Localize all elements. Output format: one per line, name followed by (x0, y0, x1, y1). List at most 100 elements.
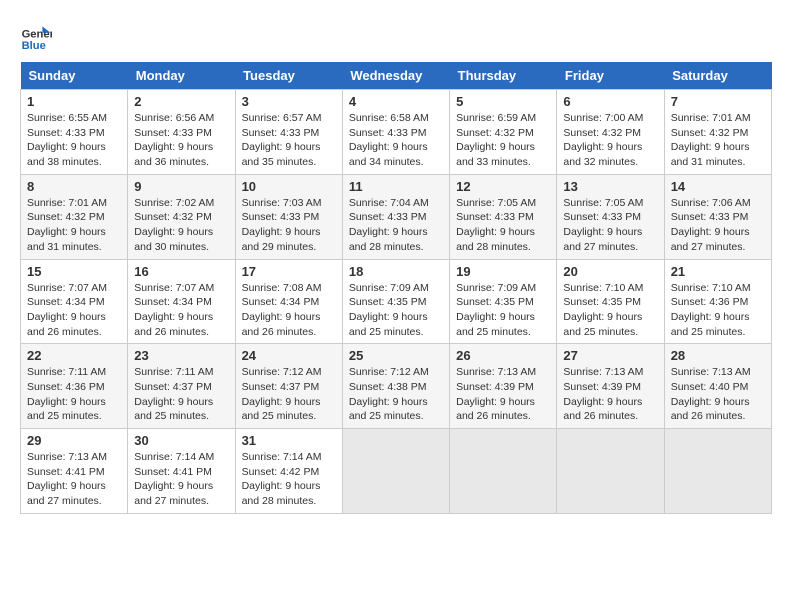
day-number: 22 (27, 348, 121, 363)
weekday-header-friday: Friday (557, 62, 664, 90)
day-number: 7 (671, 94, 765, 109)
weekday-header-tuesday: Tuesday (235, 62, 342, 90)
calendar-cell: 24 Sunrise: 7:12 AMSunset: 4:37 PMDaylig… (235, 344, 342, 429)
logo: General Blue (20, 20, 52, 52)
calendar-cell: 19 Sunrise: 7:09 AMSunset: 4:35 PMDaylig… (450, 259, 557, 344)
logo-icon: General Blue (20, 20, 52, 52)
weekday-header-monday: Monday (128, 62, 235, 90)
day-number: 10 (242, 179, 336, 194)
calendar-cell: 4 Sunrise: 6:58 AMSunset: 4:33 PMDayligh… (342, 90, 449, 175)
day-number: 6 (563, 94, 657, 109)
calendar-cell: 14 Sunrise: 7:06 AMSunset: 4:33 PMDaylig… (664, 174, 771, 259)
day-info: Sunrise: 7:11 AMSunset: 4:37 PMDaylight:… (134, 366, 213, 422)
day-number: 3 (242, 94, 336, 109)
calendar-cell: 1 Sunrise: 6:55 AMSunset: 4:33 PMDayligh… (21, 90, 128, 175)
calendar-cell: 2 Sunrise: 6:56 AMSunset: 4:33 PMDayligh… (128, 90, 235, 175)
calendar-cell: 18 Sunrise: 7:09 AMSunset: 4:35 PMDaylig… (342, 259, 449, 344)
day-number: 17 (242, 264, 336, 279)
day-number: 15 (27, 264, 121, 279)
day-info: Sunrise: 6:59 AMSunset: 4:32 PMDaylight:… (456, 112, 536, 168)
calendar-week-row: 8 Sunrise: 7:01 AMSunset: 4:32 PMDayligh… (21, 174, 772, 259)
calendar-cell: 3 Sunrise: 6:57 AMSunset: 4:33 PMDayligh… (235, 90, 342, 175)
day-info: Sunrise: 7:13 AMSunset: 4:39 PMDaylight:… (563, 366, 643, 422)
day-number: 12 (456, 179, 550, 194)
day-number: 11 (349, 179, 443, 194)
calendar-cell: 22 Sunrise: 7:11 AMSunset: 4:36 PMDaylig… (21, 344, 128, 429)
svg-text:General: General (22, 29, 52, 41)
calendar-cell: 7 Sunrise: 7:01 AMSunset: 4:32 PMDayligh… (664, 90, 771, 175)
calendar-cell: 15 Sunrise: 7:07 AMSunset: 4:34 PMDaylig… (21, 259, 128, 344)
calendar-cell: 23 Sunrise: 7:11 AMSunset: 4:37 PMDaylig… (128, 344, 235, 429)
day-info: Sunrise: 7:01 AMSunset: 4:32 PMDaylight:… (671, 112, 751, 168)
day-number: 25 (349, 348, 443, 363)
day-number: 31 (242, 433, 336, 448)
day-info: Sunrise: 7:05 AMSunset: 4:33 PMDaylight:… (563, 197, 643, 253)
day-number: 21 (671, 264, 765, 279)
day-info: Sunrise: 7:14 AMSunset: 4:41 PMDaylight:… (134, 451, 214, 507)
day-info: Sunrise: 7:02 AMSunset: 4:32 PMDaylight:… (134, 197, 214, 253)
calendar-cell: 25 Sunrise: 7:12 AMSunset: 4:38 PMDaylig… (342, 344, 449, 429)
day-info: Sunrise: 7:10 AMSunset: 4:35 PMDaylight:… (563, 282, 643, 338)
day-number: 9 (134, 179, 228, 194)
calendar-cell: 16 Sunrise: 7:07 AMSunset: 4:34 PMDaylig… (128, 259, 235, 344)
day-number: 18 (349, 264, 443, 279)
calendar-week-row: 22 Sunrise: 7:11 AMSunset: 4:36 PMDaylig… (21, 344, 772, 429)
calendar-cell: 28 Sunrise: 7:13 AMSunset: 4:40 PMDaylig… (664, 344, 771, 429)
day-info: Sunrise: 7:12 AMSunset: 4:37 PMDaylight:… (242, 366, 322, 422)
calendar-cell: 13 Sunrise: 7:05 AMSunset: 4:33 PMDaylig… (557, 174, 664, 259)
weekday-header-sunday: Sunday (21, 62, 128, 90)
day-info: Sunrise: 7:08 AMSunset: 4:34 PMDaylight:… (242, 282, 322, 338)
calendar-cell: 11 Sunrise: 7:04 AMSunset: 4:33 PMDaylig… (342, 174, 449, 259)
day-info: Sunrise: 7:13 AMSunset: 4:39 PMDaylight:… (456, 366, 536, 422)
calendar-week-row: 15 Sunrise: 7:07 AMSunset: 4:34 PMDaylig… (21, 259, 772, 344)
day-info: Sunrise: 7:07 AMSunset: 4:34 PMDaylight:… (27, 282, 107, 338)
day-info: Sunrise: 7:11 AMSunset: 4:36 PMDaylight:… (27, 366, 106, 422)
day-info: Sunrise: 7:13 AMSunset: 4:40 PMDaylight:… (671, 366, 751, 422)
day-number: 4 (349, 94, 443, 109)
day-number: 28 (671, 348, 765, 363)
day-number: 2 (134, 94, 228, 109)
day-info: Sunrise: 7:04 AMSunset: 4:33 PMDaylight:… (349, 197, 429, 253)
day-number: 27 (563, 348, 657, 363)
day-info: Sunrise: 7:06 AMSunset: 4:33 PMDaylight:… (671, 197, 751, 253)
day-number: 20 (563, 264, 657, 279)
calendar-cell: 17 Sunrise: 7:08 AMSunset: 4:34 PMDaylig… (235, 259, 342, 344)
day-info: Sunrise: 7:00 AMSunset: 4:32 PMDaylight:… (563, 112, 643, 168)
calendar-cell: 21 Sunrise: 7:10 AMSunset: 4:36 PMDaylig… (664, 259, 771, 344)
weekday-header-thursday: Thursday (450, 62, 557, 90)
calendar-cell: 29 Sunrise: 7:13 AMSunset: 4:41 PMDaylig… (21, 429, 128, 514)
calendar-cell: 20 Sunrise: 7:10 AMSunset: 4:35 PMDaylig… (557, 259, 664, 344)
day-info: Sunrise: 6:55 AMSunset: 4:33 PMDaylight:… (27, 112, 107, 168)
day-number: 14 (671, 179, 765, 194)
day-number: 23 (134, 348, 228, 363)
calendar-cell: 8 Sunrise: 7:01 AMSunset: 4:32 PMDayligh… (21, 174, 128, 259)
day-info: Sunrise: 7:12 AMSunset: 4:38 PMDaylight:… (349, 366, 429, 422)
calendar-cell (557, 429, 664, 514)
day-number: 13 (563, 179, 657, 194)
page-header: General Blue (20, 20, 772, 52)
day-info: Sunrise: 6:58 AMSunset: 4:33 PMDaylight:… (349, 112, 429, 168)
day-info: Sunrise: 7:01 AMSunset: 4:32 PMDaylight:… (27, 197, 107, 253)
day-number: 16 (134, 264, 228, 279)
calendar-cell (342, 429, 449, 514)
day-info: Sunrise: 7:09 AMSunset: 4:35 PMDaylight:… (456, 282, 536, 338)
calendar-cell: 26 Sunrise: 7:13 AMSunset: 4:39 PMDaylig… (450, 344, 557, 429)
day-info: Sunrise: 7:09 AMSunset: 4:35 PMDaylight:… (349, 282, 429, 338)
calendar-cell: 5 Sunrise: 6:59 AMSunset: 4:32 PMDayligh… (450, 90, 557, 175)
calendar-cell: 9 Sunrise: 7:02 AMSunset: 4:32 PMDayligh… (128, 174, 235, 259)
day-number: 24 (242, 348, 336, 363)
weekday-header-saturday: Saturday (664, 62, 771, 90)
calendar-table: SundayMondayTuesdayWednesdayThursdayFrid… (20, 62, 772, 514)
day-info: Sunrise: 7:05 AMSunset: 4:33 PMDaylight:… (456, 197, 536, 253)
calendar-cell: 27 Sunrise: 7:13 AMSunset: 4:39 PMDaylig… (557, 344, 664, 429)
day-number: 1 (27, 94, 121, 109)
calendar-body: 1 Sunrise: 6:55 AMSunset: 4:33 PMDayligh… (21, 90, 772, 514)
day-info: Sunrise: 7:13 AMSunset: 4:41 PMDaylight:… (27, 451, 107, 507)
day-number: 8 (27, 179, 121, 194)
day-number: 30 (134, 433, 228, 448)
calendar-week-row: 29 Sunrise: 7:13 AMSunset: 4:41 PMDaylig… (21, 429, 772, 514)
day-info: Sunrise: 7:07 AMSunset: 4:34 PMDaylight:… (134, 282, 214, 338)
day-info: Sunrise: 7:10 AMSunset: 4:36 PMDaylight:… (671, 282, 751, 338)
weekday-header-wednesday: Wednesday (342, 62, 449, 90)
svg-text:Blue: Blue (22, 40, 46, 52)
